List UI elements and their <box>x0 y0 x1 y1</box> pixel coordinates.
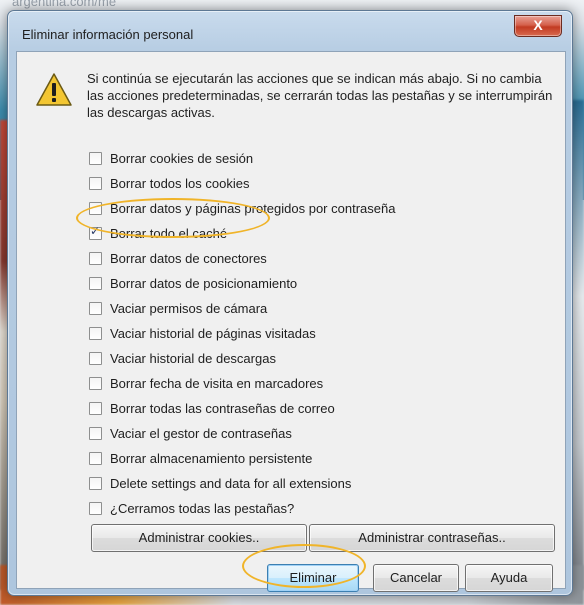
option-item[interactable]: Delete settings and data for all extensi… <box>89 471 559 496</box>
option-label: Vaciar el gestor de contraseñas <box>110 426 292 441</box>
option-list: Borrar cookies de sesión Borrar todos los… <box>89 146 559 521</box>
checkbox[interactable] <box>89 152 102 165</box>
option-label: Borrar datos de conectores <box>110 251 267 266</box>
option-item[interactable]: Borrar datos y páginas protegidos por co… <box>89 196 559 221</box>
option-label: ¿Cerramos todas las pestañas? <box>110 501 295 516</box>
option-label: Vaciar permisos de cámara <box>110 301 268 316</box>
warning-triangle-icon <box>36 73 72 106</box>
checkbox[interactable] <box>89 352 102 365</box>
option-label: Delete settings and data for all extensi… <box>110 476 352 491</box>
checkbox[interactable] <box>89 452 102 465</box>
help-button[interactable]: Ayuda <box>465 564 553 592</box>
checkbox[interactable] <box>89 202 102 215</box>
dialog-client-area: Si continúa se ejecutarán las acciones q… <box>16 51 566 592</box>
option-label: Borrar datos de posicionamiento <box>110 276 298 291</box>
dialog-title: Eliminar información personal <box>22 27 194 42</box>
option-label: Borrar datos y páginas protegidos por co… <box>110 201 396 216</box>
option-item[interactable]: Borrar todo el caché <box>89 221 559 246</box>
option-item[interactable]: Vaciar permisos de cámara <box>89 296 559 321</box>
checkbox[interactable] <box>89 302 102 315</box>
option-label: Borrar fecha de visita en marcadores <box>110 376 324 391</box>
checkbox[interactable] <box>89 327 102 340</box>
option-label: Borrar todo el caché <box>110 226 228 241</box>
delete-button[interactable]: Eliminar <box>267 564 359 592</box>
option-label: Borrar todos los cookies <box>110 176 250 191</box>
dialog-window: Eliminar información personal X Si conti… <box>7 10 573 596</box>
option-item[interactable]: Vaciar historial de páginas visitadas <box>89 321 559 346</box>
checkbox[interactable] <box>89 177 102 190</box>
option-item[interactable]: Borrar cookies de sesión <box>89 146 559 171</box>
option-label: Borrar todas las contraseñas de correo <box>110 401 335 416</box>
option-item[interactable]: Borrar datos de conectores <box>89 246 559 271</box>
option-item[interactable]: Borrar almacenamiento persistente <box>89 446 559 471</box>
checkbox[interactable] <box>89 427 102 440</box>
option-label: Vaciar historial de descargas <box>110 351 276 366</box>
warning-message: Si continúa se ejecutarán las acciones q… <box>87 71 553 120</box>
checkbox[interactable] <box>89 277 102 290</box>
cancel-button[interactable]: Cancelar <box>373 564 459 592</box>
option-label: Borrar almacenamiento persistente <box>110 451 313 466</box>
checkbox[interactable] <box>89 377 102 390</box>
option-item[interactable]: Borrar datos de posicionamiento <box>89 271 559 296</box>
checkbox[interactable] <box>89 252 102 265</box>
option-item[interactable]: Borrar todas las contraseñas de correo <box>89 396 559 421</box>
option-item[interactable]: Vaciar historial de descargas <box>89 346 559 371</box>
option-item[interactable]: Borrar todos los cookies <box>89 171 559 196</box>
option-label: Borrar cookies de sesión <box>110 151 254 166</box>
close-button[interactable]: X <box>514 15 562 37</box>
manage-passwords-button[interactable]: Administrar contraseñas.. <box>309 524 555 552</box>
option-item[interactable]: ¿Cerramos todas las pestañas? <box>89 496 559 521</box>
checkbox[interactable] <box>89 477 102 490</box>
checkbox[interactable] <box>89 224 102 240</box>
option-item[interactable]: Vaciar el gestor de contraseñas <box>89 421 559 446</box>
option-label: Vaciar historial de páginas visitadas <box>110 326 316 341</box>
option-item[interactable]: Borrar fecha de visita en marcadores <box>89 371 559 396</box>
checkbox[interactable] <box>89 402 102 415</box>
background-url-text: argentina.com/me <box>12 0 117 9</box>
title-bar[interactable]: Eliminar información personal X <box>8 11 572 51</box>
checkbox[interactable] <box>89 502 102 515</box>
manage-cookies-button[interactable]: Administrar cookies.. <box>91 524 307 552</box>
